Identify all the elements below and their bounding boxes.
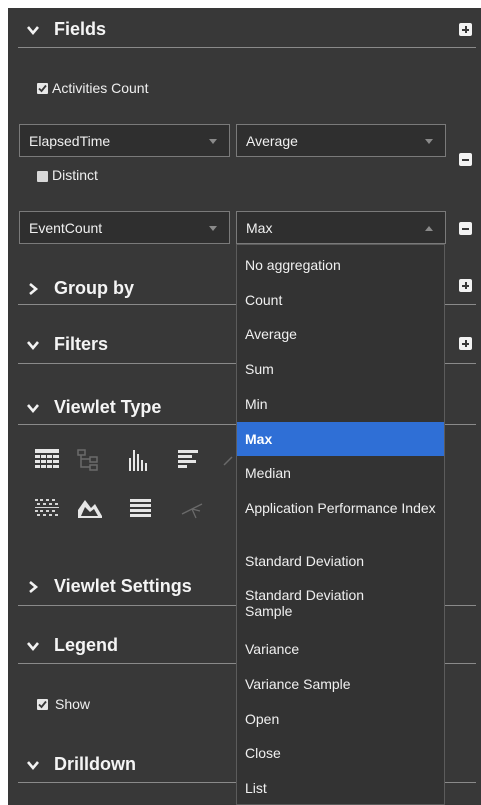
field-select-value: ElapsedTime [29, 133, 111, 149]
section-title-viewlet-type: Viewlet Type [54, 397, 162, 417]
remove-field-button[interactable] [459, 222, 472, 235]
option-sum[interactable]: Sum [237, 361, 444, 377]
option-no-aggregation[interactable]: No aggregation [237, 257, 444, 273]
option-max-selected[interactable]: Max [237, 422, 444, 456]
check-icon [38, 84, 47, 93]
section-title-group-by: Group by [54, 278, 134, 298]
aggregation-select-max[interactable]: Max [236, 211, 446, 244]
bar-chart-icon[interactable] [128, 448, 150, 472]
section-title-legend: Legend [54, 635, 119, 655]
horizontal-bar-icon[interactable] [178, 449, 200, 471]
chevron-right-icon [29, 581, 39, 593]
field-select-elapsedtime[interactable]: ElapsedTime [19, 124, 230, 157]
option-average[interactable]: Average [237, 326, 444, 342]
legend-show-checkbox[interactable] [37, 699, 48, 710]
option-variance[interactable]: Variance [237, 641, 444, 657]
scatter-table-icon[interactable] [35, 497, 59, 519]
dropdown-arrow-up-icon [425, 226, 433, 231]
section-fields-header[interactable]: Fields [8, 11, 481, 49]
option-min[interactable]: Min [237, 396, 444, 412]
chart-editor-panel: Fields Activities Count ElapsedTime Aver… [8, 8, 481, 805]
option-count[interactable]: Count [237, 292, 444, 308]
field-select-eventcount[interactable]: EventCount [19, 211, 230, 244]
aggregation-dropdown-list: No aggregation Count Average Sum Min Max… [236, 244, 445, 805]
field-select-value: EventCount [29, 220, 103, 236]
section-title-drilldown: Drilldown [54, 754, 136, 774]
option-variance-sample[interactable]: Variance Sample [237, 676, 444, 692]
section-title-viewlet-settings: Viewlet Settings [54, 576, 192, 596]
aggregation-select-value: Average [246, 133, 298, 149]
dropdown-arrow-icon [425, 139, 433, 144]
grid-table-icon[interactable] [35, 449, 59, 471]
activities-count-checkbox[interactable] [37, 83, 48, 94]
option-standard-deviation[interactable]: Standard Deviation [237, 553, 444, 569]
chevron-down-icon [27, 341, 39, 351]
network-icon[interactable] [180, 500, 204, 520]
chevron-down-icon [27, 404, 39, 414]
section-title-fields: Fields [54, 19, 107, 39]
remove-field-button[interactable] [459, 153, 472, 166]
dropdown-arrow-icon [209, 226, 217, 231]
section-title-filters: Filters [54, 334, 109, 354]
activities-count-label: Activities Count [52, 80, 149, 96]
option-list[interactable]: List [237, 780, 444, 796]
option-close[interactable]: Close [237, 745, 444, 761]
distinct-label: Distinct [52, 167, 98, 183]
aggregation-select-value: Max [246, 220, 273, 236]
option-median[interactable]: Median [237, 465, 444, 481]
legend-show-label: Show [55, 696, 91, 712]
option-standard-deviation-sample[interactable]: Standard Deviation Sample [237, 587, 444, 619]
tree-icon[interactable] [77, 449, 99, 471]
aggregation-select-average[interactable]: Average [236, 124, 446, 157]
divider [18, 47, 476, 48]
add-filter-button[interactable] [459, 337, 472, 350]
chevron-right-icon [29, 283, 39, 295]
option-open[interactable]: Open [237, 711, 444, 727]
area-chart-icon[interactable] [77, 496, 103, 520]
add-field-button[interactable] [459, 23, 472, 36]
chevron-down-icon [27, 26, 39, 36]
chevron-down-icon [27, 642, 39, 652]
partial-icon[interactable] [222, 455, 234, 467]
list-icon[interactable] [130, 498, 152, 520]
dropdown-arrow-icon [209, 139, 217, 144]
add-group-by-button[interactable] [459, 279, 472, 292]
check-icon [38, 700, 47, 709]
distinct-checkbox[interactable] [37, 171, 48, 182]
chevron-down-icon [27, 761, 39, 771]
option-application-performance-index[interactable]: Application Performance Index [237, 500, 444, 516]
